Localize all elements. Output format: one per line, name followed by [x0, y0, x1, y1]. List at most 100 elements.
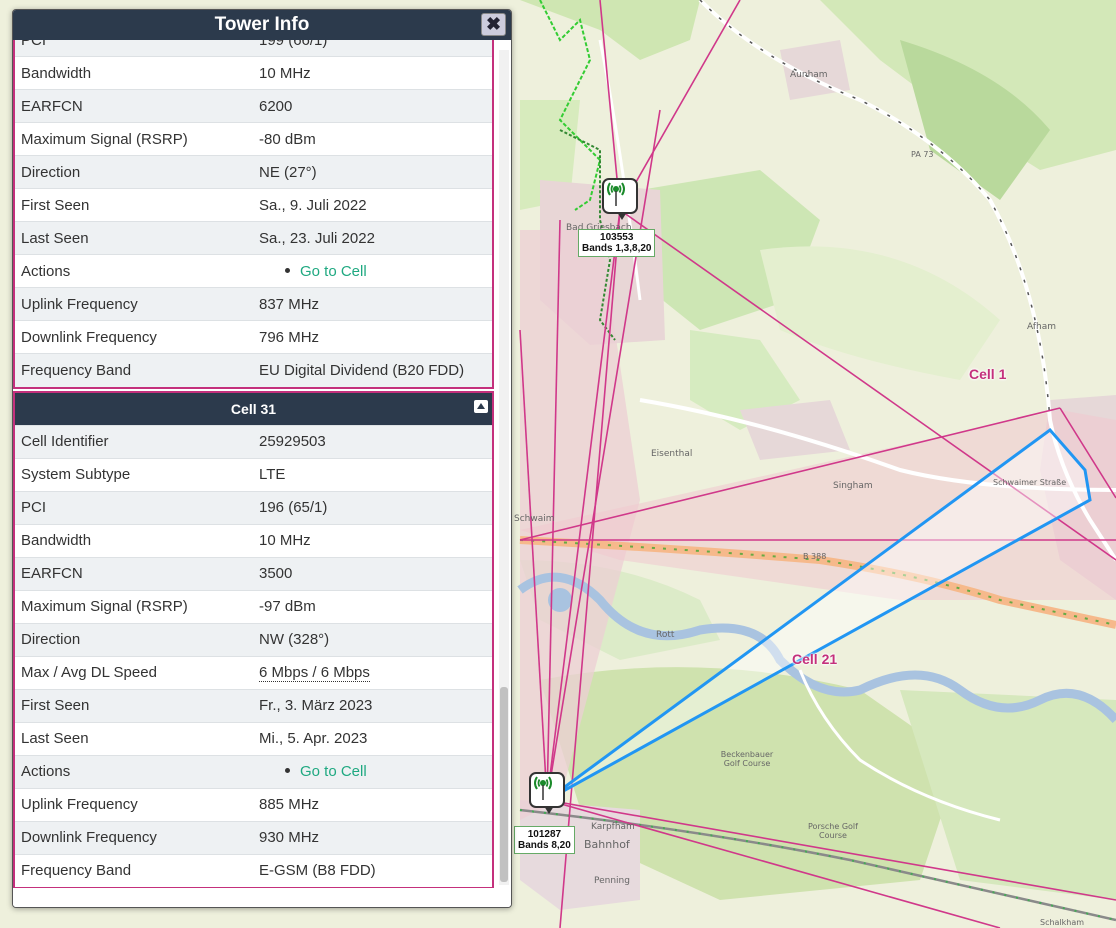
detail-key: First Seen	[15, 688, 253, 722]
cell-title: Cell 31	[15, 392, 492, 425]
detail-row: Actions Go to Cell	[15, 254, 492, 288]
place-label: Bahnhof	[584, 838, 630, 851]
detail-row: Uplink Frequency 837 MHz	[15, 287, 492, 321]
place-label: Rott	[656, 630, 675, 640]
collapse-button[interactable]	[474, 399, 488, 413]
detail-value: EU Digital Dividend (B20 FDD)	[253, 353, 492, 387]
panel-title: Tower Info	[214, 14, 310, 35]
cell-title-text: Cell 31	[230, 400, 277, 417]
detail-value: LTE	[253, 457, 492, 491]
place-label: Singham	[833, 481, 873, 491]
detail-value: Go to Cell	[253, 254, 492, 288]
detail-row: EARFCN 6200	[15, 89, 492, 123]
tower-marker-103553[interactable]	[602, 178, 638, 220]
place-label: Schwaim	[514, 514, 555, 524]
place-label: Penning	[594, 876, 630, 886]
bullet-icon	[285, 768, 290, 774]
detail-key: EARFCN	[15, 556, 253, 590]
detail-row: First Seen Sa., 9. Juli 2022	[15, 188, 492, 222]
detail-key: Frequency Band	[15, 853, 253, 887]
place-label: Porsche Golf Course	[808, 822, 858, 840]
detail-key: Downlink Frequency	[15, 820, 253, 854]
detail-value: Sa., 9. Juli 2022	[253, 188, 492, 222]
detail-row: Last Seen Sa., 23. Juli 2022	[15, 221, 492, 255]
detail-value: 796 MHz	[253, 320, 492, 354]
detail-row: Maximum Signal (RSRP) -97 dBm	[15, 589, 492, 623]
place-label: B 388	[803, 552, 827, 561]
detail-row: Direction NE (27°)	[15, 155, 492, 189]
tower-marker-101287[interactable]	[529, 772, 565, 814]
detail-row: Actions Go to Cell	[15, 754, 492, 788]
detail-row: Frequency Band E-GSM (B8 FDD)	[15, 853, 492, 887]
detail-key: PCI	[15, 40, 253, 57]
place-label: PA 73	[911, 150, 934, 159]
tower-tag-101287[interactable]: 101287 Bands 8,20	[514, 826, 575, 854]
detail-row: First Seen Fr., 3. März 2023	[15, 688, 492, 722]
place-label: Schwaimer Straße	[993, 478, 1067, 487]
detail-key: Maximum Signal (RSRP)	[15, 589, 253, 623]
detail-row: Maximum Signal (RSRP) -80 dBm	[15, 122, 492, 156]
cell-1-label[interactable]: Cell 1	[969, 366, 1006, 382]
detail-key: Downlink Frequency	[15, 320, 253, 354]
scrollbar-thumb[interactable]	[500, 687, 508, 882]
detail-key: Bandwidth	[15, 56, 253, 90]
detail-key: Last Seen	[15, 721, 253, 755]
place-label: Aunham	[790, 70, 828, 80]
detail-row: Downlink Frequency 796 MHz	[15, 320, 492, 354]
go-to-cell-link[interactable]: Go to Cell	[300, 763, 367, 780]
panel-scrollbar[interactable]	[499, 50, 509, 885]
detail-value: Fr., 3. März 2023	[253, 688, 492, 722]
detail-value: 930 MHz	[253, 820, 492, 854]
tower-info-panel: Tower Info ✖ PCI 199 (66/1) Bandwidth 10 MH…	[12, 9, 512, 908]
detail-value: Sa., 23. Juli 2022	[253, 221, 492, 255]
detail-value: 10 MHz	[253, 523, 492, 557]
detail-key: Last Seen	[15, 221, 253, 255]
detail-row: Frequency Band EU Digital Dividend (B20 F…	[15, 353, 492, 387]
detail-key: Actions	[15, 254, 253, 288]
antenna-icon	[534, 776, 552, 800]
detail-key: Direction	[15, 622, 253, 656]
detail-value: 6 Mbps / 6 Mbps	[253, 655, 492, 689]
cell-block-previous: PCI 199 (66/1) Bandwidth 10 MHz EARFCN 6200 Ma…	[13, 40, 494, 389]
close-icon: ✖	[485, 14, 502, 34]
detail-value: 196 (65/1)	[253, 490, 492, 524]
detail-row: PCI 199 (66/1)	[15, 40, 492, 57]
detail-value: Go to Cell	[253, 754, 492, 788]
place-label: Afham	[1027, 322, 1056, 332]
cell-21-label[interactable]: Cell 21	[792, 651, 837, 667]
cell-block-31: Cell 31 Cell Identifier 25929503 System Su…	[13, 390, 494, 889]
go-to-cell-link[interactable]: Go to Cell	[300, 263, 367, 280]
detail-key: PCI	[15, 490, 253, 524]
detail-key: System Subtype	[15, 457, 253, 491]
tower-bands: Bands 1,3,8,20	[582, 243, 652, 254]
detail-value: 199 (66/1)	[253, 40, 492, 57]
detail-key: Actions	[15, 754, 253, 788]
speed-value[interactable]: 6 Mbps / 6 Mbps	[259, 664, 370, 682]
place-label: Karpfham	[591, 822, 635, 832]
detail-key: Uplink Frequency	[15, 787, 253, 821]
detail-row: PCI 196 (65/1)	[15, 490, 492, 524]
detail-value: 25929503	[253, 424, 492, 458]
detail-key: Uplink Frequency	[15, 287, 253, 321]
detail-row: Bandwidth 10 MHz	[15, 523, 492, 557]
detail-key: Maximum Signal (RSRP)	[15, 122, 253, 156]
detail-key: Max / Avg DL Speed	[15, 655, 253, 689]
detail-value: NE (27°)	[253, 155, 492, 189]
detail-row: Downlink Frequency 930 MHz	[15, 820, 492, 854]
place-label: Beckenbauer Golf Course	[720, 750, 774, 768]
tower-id: 101287	[527, 829, 562, 840]
close-button[interactable]: ✖	[481, 13, 506, 36]
detail-row: Uplink Frequency 885 MHz	[15, 787, 492, 821]
panel-header: Tower Info ✖	[13, 10, 511, 40]
place-label: Eisenthal	[651, 449, 693, 459]
tower-bands: Bands 8,20	[518, 840, 571, 851]
detail-value: NW (328°)	[253, 622, 492, 656]
panel-footer	[13, 888, 511, 907]
detail-row: System Subtype LTE	[15, 457, 492, 491]
detail-row: Direction NW (328°)	[15, 622, 492, 656]
cell-details-table: Cell Identifier 25929503 System Subtype LTE…	[15, 424, 492, 887]
detail-key: Frequency Band	[15, 353, 253, 387]
panel-body[interactable]: PCI 199 (66/1) Bandwidth 10 MHz EARFCN 6200 Ma…	[13, 40, 511, 890]
detail-value: -97 dBm	[253, 589, 492, 623]
tower-tag-103553[interactable]: 103553 Bands 1,3,8,20	[578, 229, 656, 257]
